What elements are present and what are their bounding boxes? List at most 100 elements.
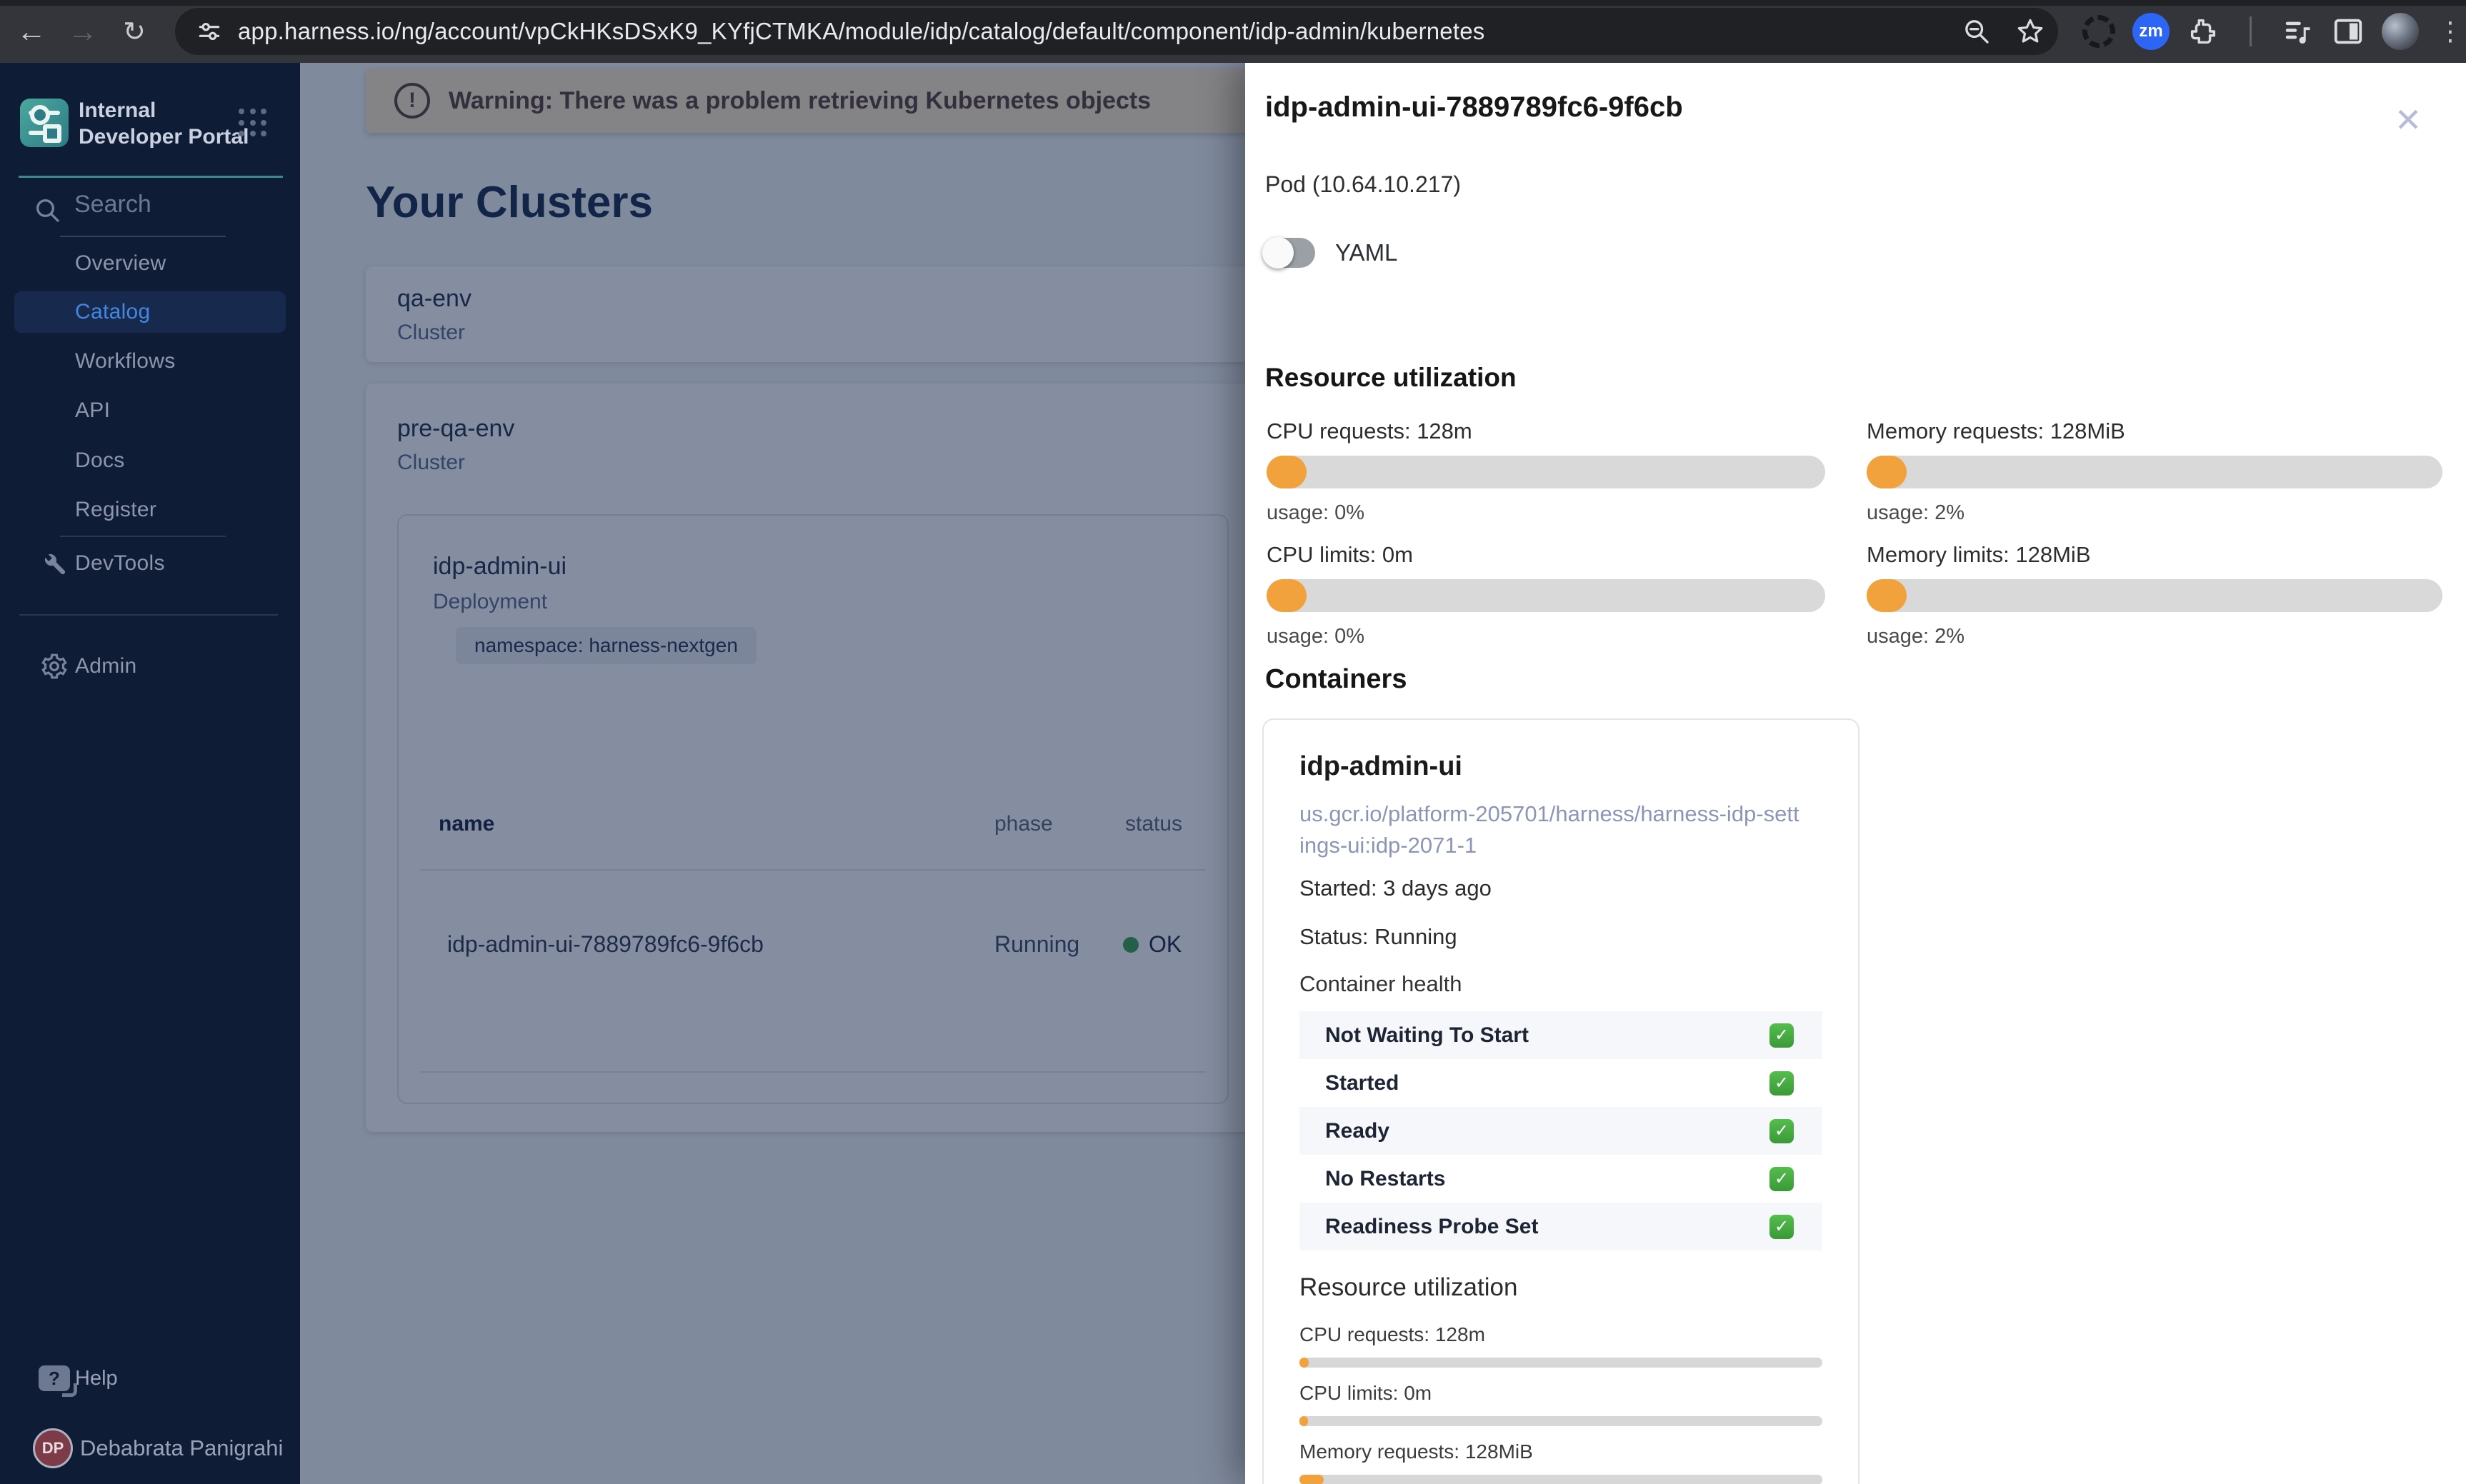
sidebar-item-api[interactable]: API [14,390,286,431]
pod-subtitle: Pod (10.64.10.217) [1265,171,1461,197]
resource-utilization-heading: Resource utilization [1265,363,1517,392]
harness-idp-logo [20,99,69,147]
health-row: Ready ✓ [1299,1107,1822,1155]
health-row: No Restarts ✓ [1299,1155,1822,1203]
container-card: idp-admin-ui us.gcr.io/platform-205701/h… [1262,718,1860,1484]
warning-banner: ! Warning: There was a problem retrievin… [366,69,1245,133]
status-ok-dot [1123,936,1139,953]
gear-icon [40,652,69,681]
check-icon: ✓ [1769,1118,1794,1143]
close-icon[interactable]: ✕ [2388,100,2428,140]
cluster-name: pre-qa-env [397,415,515,442]
deployment-card: idp-admin-ui Deployment namespace: harne… [397,514,1229,1104]
search-input[interactable] [73,190,240,219]
deployment-name: idp-admin-ui [433,553,567,580]
cluster-name: qa-env [397,285,471,312]
pod-name-cell[interactable]: idp-admin-ui-7889789fc6-9f6cb [447,931,764,958]
tune-icon[interactable] [194,16,225,47]
bar-fill [1299,1358,1309,1368]
bookmark-star-icon[interactable] [2015,16,2045,46]
yaml-toggle-label: YAML [1335,239,1398,266]
browser-toolbar: ← → ↻ app.harness.io/ng/account/vpCkHKsD… [0,0,2466,63]
cluster-kind: Cluster [397,321,466,344]
health-row: Started ✓ [1299,1059,1822,1107]
column-header-status: status [1125,812,1183,836]
containers-heading: Containers [1265,664,1407,694]
pod-details-drawer: idp-admin-ui-7889789fc6-9f6cb ✕ Pod (10.… [1245,63,2466,1484]
meter-fill [1267,456,1307,488]
reload-icon[interactable]: ↻ [113,10,156,53]
bar-label-memory-requests: Memory requests: 128MiB [1299,1440,1533,1463]
namespace-chip: namespace: harness-nextgen [456,627,757,664]
table-divider [420,1071,1206,1073]
container-health-list: Not Waiting To Start ✓ Started ✓ Ready ✓… [1299,1011,1822,1250]
deployment-kind: Deployment [433,590,548,613]
sidebar: Internal Developer Portal Overview Catal… [0,63,300,1484]
side-panel-icon[interactable] [2332,15,2365,48]
meter-fill [1267,579,1307,612]
pod-title: idp-admin-ui-7889789fc6-9f6cb [1265,91,1683,123]
sidebar-item-admin[interactable]: Admin [14,646,286,687]
sidebar-item-docs[interactable]: Docs [14,440,286,481]
back-icon[interactable]: ← [10,10,53,53]
check-icon: ✓ [1769,1166,1794,1191]
column-header-phase: phase [994,812,1053,836]
sidebar-item-register[interactable]: Register [14,489,286,531]
pod-status-cell: OK [1123,931,1182,958]
zoom-indicator-icon[interactable] [1962,17,1991,46]
yaml-toggle[interactable] [1262,237,1315,269]
user-avatar: DP [33,1428,73,1468]
sidebar-item-devtools[interactable]: DevTools [14,543,286,584]
container-name: idp-admin-ui [1299,751,1462,781]
browser-menu-icon[interactable]: ⋮ [2436,10,2465,53]
table-divider [420,869,1206,871]
user-name: Debabrata Panigrahi [80,1435,284,1460]
sidebar-item-catalog[interactable]: Catalog [14,291,286,333]
cluster-card-qa-env[interactable]: qa-env Cluster [366,266,1245,362]
search-underline [60,236,226,237]
check-icon: ✓ [1769,1023,1794,1048]
sidebar-item-overview[interactable]: Overview [14,243,286,284]
app-grid-icon[interactable] [239,109,267,137]
check-icon: ✓ [1769,1214,1794,1239]
sidebar-title: Internal Developer Portal [79,99,249,149]
search-icon [33,196,61,224]
bar-label-cpu-requests: CPU requests: 128m [1299,1323,1485,1345]
sidebar-item-help[interactable]: ? Help [14,1357,286,1400]
resource-meters: CPU requests: 128m usage: 0% Memory requ… [1267,418,2442,648]
pod-phase-cell: Running [994,931,1080,957]
cluster-kind: Cluster [397,451,466,474]
page-title: Your Clusters [366,178,653,227]
meter-cpu-limits: CPU limits: 0m usage: 0% [1267,542,1825,648]
cluster-card-pre-qa-env[interactable]: pre-qa-env Cluster idp-admin-ui Deployme… [366,383,1245,1132]
meter-fill [1867,579,1907,612]
yaml-toggle-row: YAML [1262,236,1398,270]
sidebar-divider-teal [19,176,283,178]
address-bar[interactable]: app.harness.io/ng/account/vpCkHKsDSxK9_K… [175,8,2058,55]
toolbar-divider [2250,16,2252,46]
sidebar-search [0,190,300,240]
bar-cpu-limits [1299,1416,1822,1426]
sidebar-section-divider [19,614,278,616]
media-controls-icon[interactable] [2282,15,2315,48]
extensions-puzzle-icon[interactable] [2187,15,2220,48]
container-started: Started: 3 days ago [1299,876,1492,901]
forward-icon[interactable]: → [61,10,104,53]
extension-spinner-icon[interactable] [2082,15,2115,48]
container-image-link[interactable]: us.gcr.io/platform-205701/harness/harnes… [1299,798,1799,861]
check-icon: ✓ [1769,1071,1794,1096]
browser-profile-avatar[interactable] [2382,13,2419,50]
bar-cpu-requests [1299,1358,1822,1368]
meter-memory-requests: Memory requests: 128MiB usage: 2% [1867,418,2442,525]
zoom-extension-icon[interactable]: zm [2132,13,2170,50]
bar-label-cpu-limits: CPU limits: 0m [1299,1382,1432,1404]
sidebar-item-workflows[interactable]: Workflows [14,341,286,382]
url-text[interactable]: app.harness.io/ng/account/vpCkHKsDSxK9_K… [238,18,1484,45]
sidebar-user[interactable]: DP Debabrata Panigrahi [14,1423,293,1473]
toggle-knob [1262,237,1294,269]
warning-icon: ! [394,83,430,119]
container-resource-heading: Resource utilization [1299,1273,1518,1301]
wrench-icon [40,550,67,577]
meter-cpu-requests: CPU requests: 128m usage: 0% [1267,418,1825,525]
main-content: ! Warning: There was a problem retrievin… [300,63,1245,1484]
